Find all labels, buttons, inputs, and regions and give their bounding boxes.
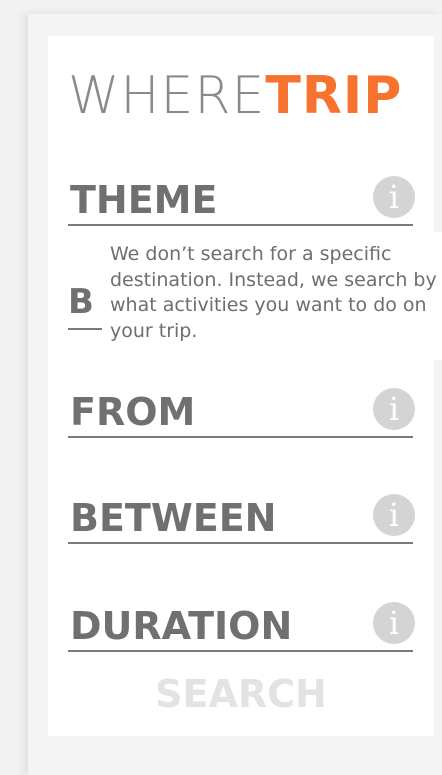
duration-label: DURATION	[70, 604, 293, 648]
search-button[interactable]: SEARCH	[48, 672, 434, 716]
from-label: FROM	[70, 390, 196, 434]
from-field[interactable]: FROM i	[68, 388, 415, 438]
info-icon[interactable]: i	[373, 388, 415, 430]
duration-field[interactable]: DURATION i	[68, 602, 415, 652]
field-underline-fragment	[68, 328, 102, 330]
info-icon[interactable]: i	[373, 494, 415, 536]
theme-field[interactable]: THEME i	[68, 176, 415, 226]
logo-trip: TRIP	[265, 66, 403, 126]
wheretrip-logo: WHERETRIP	[68, 66, 402, 126]
between-label: BETWEEN	[70, 496, 277, 540]
theme-info-tooltip: B We don’t search for a specific destina…	[64, 232, 442, 360]
between-field[interactable]: BETWEEN i	[68, 494, 415, 544]
info-icon[interactable]: i	[373, 176, 415, 218]
tooltip-text: We don’t search for a specific destinati…	[110, 243, 437, 342]
theme-label: THEME	[70, 178, 218, 222]
logo-where: WHERE	[68, 66, 266, 126]
between-label-fragment: B	[68, 282, 94, 322]
info-icon[interactable]: i	[373, 602, 415, 644]
